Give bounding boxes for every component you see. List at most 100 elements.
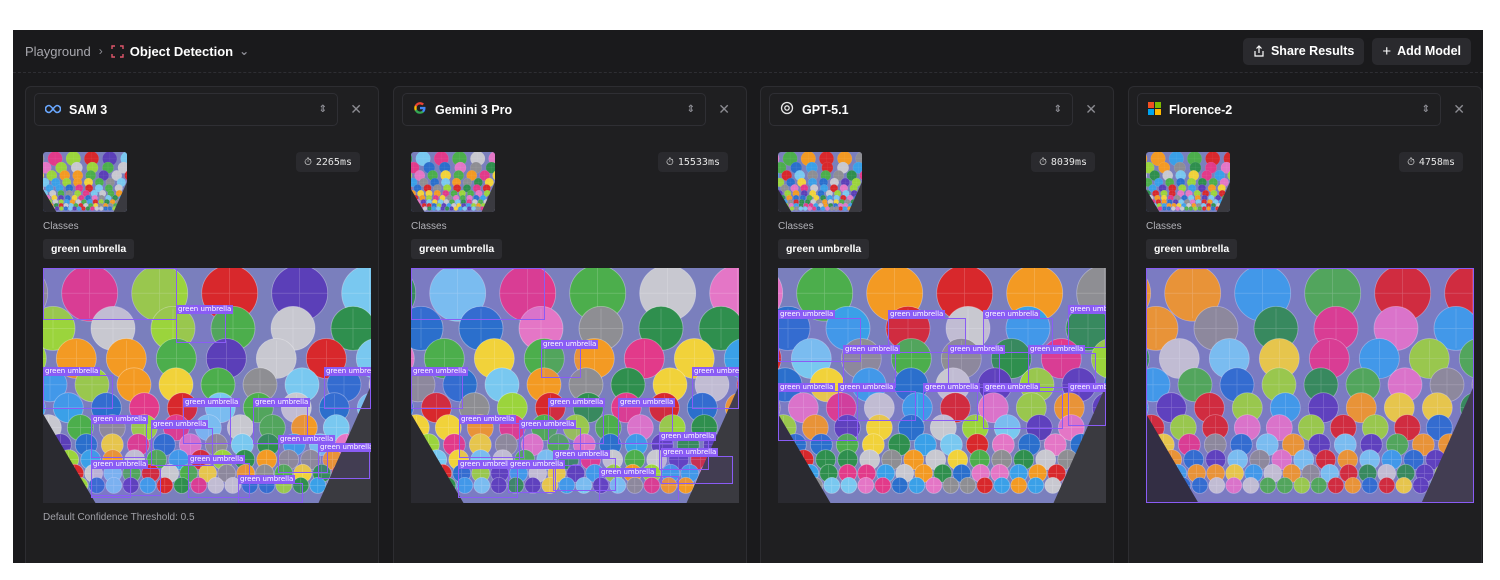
model-select[interactable]: GPT-5.1 ⇕: [769, 93, 1073, 126]
latency-badge: ⏱ 4758ms: [1399, 152, 1463, 172]
input-thumbnail[interactable]: [411, 152, 495, 212]
detection-box: green umbrella: [1068, 383, 1106, 426]
detection-label: green umbrella: [1068, 383, 1106, 392]
scan-frame-icon: [111, 44, 124, 58]
top-bar: Playground › Object Detection ⌄ Share Re…: [13, 30, 1483, 72]
close-icon[interactable]: ✕: [1085, 101, 1105, 118]
latency-badge: ⏱ 2265ms: [296, 152, 360, 172]
model-select[interactable]: SAM 3 ⇕: [34, 93, 338, 126]
detection-label: green umbrella: [411, 268, 469, 269]
input-thumbnail[interactable]: [43, 152, 127, 212]
detection-box: green umbrella: [411, 367, 469, 409]
share-results-button[interactable]: Share Results: [1242, 37, 1365, 65]
detection-label: green umbrella: [778, 383, 836, 392]
detection-result-image: green umbrellagreen umbrellagreen umbrel…: [43, 268, 371, 503]
detection-label: green umbrella: [661, 448, 719, 457]
model-panel-0: SAM 3 ⇕ ✕ ⏱ 2265ms Classes green umbrell…: [25, 86, 379, 563]
plus-icon: +: [1382, 42, 1392, 60]
timer-icon: ⏱: [304, 156, 312, 168]
microsoft-icon: [1148, 101, 1161, 118]
detection-label: green umbrella: [948, 345, 1006, 354]
detection-box: green umbrella: [923, 383, 981, 421]
detection-label: green umbrella: [519, 420, 577, 429]
detection-box: green umbrella: [411, 268, 545, 320]
breadcrumb: Playground › Object Detection ⌄: [25, 44, 249, 59]
detection-label: green umbrella: [983, 383, 1041, 392]
classes-label: Classes: [778, 221, 814, 232]
model-select[interactable]: Florence-2 ⇕: [1137, 93, 1441, 126]
input-thumbnail[interactable]: [778, 152, 862, 212]
detection-result-image: [1146, 268, 1474, 503]
detection-label: green umbrella: [838, 383, 896, 392]
detection-label: green umbrella: [151, 420, 209, 429]
detection-box: green umbrella: [1068, 305, 1106, 348]
detection-label: green umbrella: [888, 310, 946, 319]
latency-badge: ⏱ 15533ms: [658, 152, 728, 172]
detection-label: green umbrella: [923, 383, 981, 392]
detection-label: green umbrella: [176, 305, 234, 314]
detection-label: green umbrella: [618, 398, 676, 407]
model-panel-3: Florence-2 ⇕ ✕ ⏱ 4758ms Classes green um…: [1128, 86, 1482, 563]
confidence-threshold-text: Default Confidence Threshold: 0.5: [43, 512, 195, 523]
detection-box: [1146, 268, 1474, 503]
detection-box: green umbrella: [91, 460, 161, 496]
detection-label: green umbrella: [548, 398, 606, 407]
detection-label: green umbrella: [459, 415, 517, 424]
detection-label: green umbrella: [553, 450, 611, 459]
detection-label: green umbrella: [43, 367, 101, 376]
latency-value: 4758ms: [1418, 156, 1455, 168]
model-name: SAM 3: [69, 102, 108, 117]
class-chip: green umbrella: [43, 239, 135, 259]
detection-box: green umbrella: [91, 415, 149, 458]
detection-label: green umbrella: [318, 443, 371, 452]
infinity-icon: [44, 103, 62, 117]
classes-label: Classes: [1146, 221, 1182, 232]
detection-box: green umbrella: [983, 383, 1063, 429]
detection-result-image: green umbrellagreen umbrellagreen umbrel…: [778, 268, 1106, 503]
chevron-updown-icon: ⇕: [686, 104, 695, 115]
share-icon: [1254, 45, 1264, 57]
latency-badge: ⏱ 8039ms: [1031, 152, 1095, 172]
breadcrumb-current[interactable]: Object Detection ⌄: [111, 44, 249, 59]
detection-label: green umbrella: [91, 415, 149, 424]
close-icon[interactable]: ✕: [718, 101, 738, 118]
detection-box: green umbrella: [43, 268, 177, 320]
class-chip: green umbrella: [411, 239, 503, 259]
detection-label: green umbrella: [983, 310, 1041, 319]
chevron-right-icon: ›: [98, 44, 103, 58]
detection-label: green umbrella: [1068, 305, 1106, 314]
timer-icon: ⏱: [1039, 156, 1047, 168]
detection-box: green umbrella: [508, 460, 566, 493]
classes-label: Classes: [43, 221, 79, 232]
detection-label: green umbrella: [659, 432, 717, 441]
google-g-icon: [413, 101, 427, 118]
input-thumbnail[interactable]: [1146, 152, 1230, 212]
close-icon[interactable]: ✕: [1453, 101, 1473, 118]
close-icon[interactable]: ✕: [350, 101, 370, 118]
model-name: GPT-5.1: [802, 102, 849, 117]
chevron-updown-icon: ⇕: [1421, 104, 1430, 115]
model-panel-2: GPT-5.1 ⇕ ✕ ⏱ 8039ms Classes green umbre…: [760, 86, 1114, 563]
add-model-button[interactable]: + Add Model: [1372, 37, 1471, 65]
class-chip: green umbrella: [1146, 239, 1238, 259]
detection-label: green umbrella: [508, 460, 566, 469]
detection-box: green umbrella: [838, 383, 916, 421]
latency-value: 15533ms: [677, 156, 720, 168]
chevron-updown-icon: ⇕: [318, 104, 327, 115]
detection-label: green umbrella: [324, 367, 371, 376]
timer-icon: ⏱: [666, 156, 674, 168]
add-model-label: Add Model: [1397, 44, 1461, 58]
timer-icon: ⏱: [1407, 156, 1415, 168]
model-select[interactable]: Gemini 3 Pro ⇕: [402, 93, 706, 126]
model-name: Florence-2: [1169, 102, 1233, 117]
classes-label: Classes: [411, 221, 447, 232]
class-chip: green umbrella: [778, 239, 870, 259]
latency-value: 2265ms: [315, 156, 352, 168]
detection-box: green umbrella: [324, 367, 371, 409]
detection-label: green umbrella: [238, 475, 296, 484]
model-panel-1: Gemini 3 Pro ⇕ ✕ ⏱ 15533ms Classes green…: [393, 86, 747, 563]
breadcrumb-root[interactable]: Playground: [25, 44, 91, 59]
detection-label: green umbrella: [188, 455, 246, 464]
detection-box: green umbrella: [238, 475, 303, 503]
detection-box: green umbrella: [692, 367, 739, 409]
